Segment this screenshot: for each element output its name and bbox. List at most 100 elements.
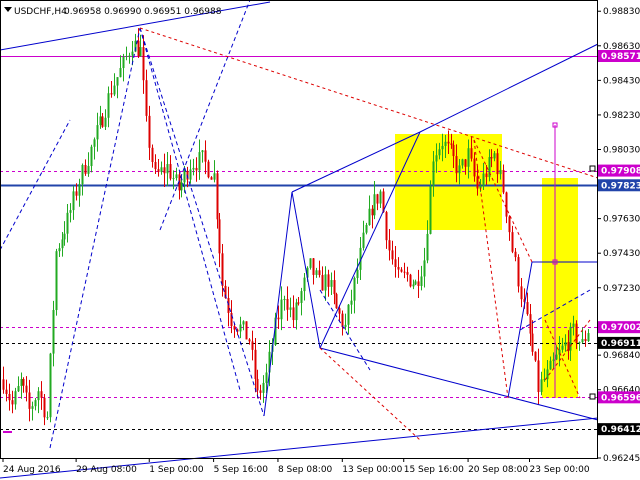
candle-body bbox=[5, 389, 8, 395]
candle-body bbox=[353, 277, 356, 301]
candle-body bbox=[145, 80, 148, 116]
candle-body bbox=[417, 281, 420, 287]
candle-body bbox=[142, 47, 145, 81]
candle-body bbox=[412, 284, 415, 287]
candle-body bbox=[265, 372, 268, 383]
candle-body bbox=[245, 321, 248, 340]
candle-body bbox=[356, 269, 359, 278]
candle-body bbox=[406, 272, 409, 275]
candle-body bbox=[172, 178, 175, 180]
candle-body bbox=[175, 174, 178, 179]
candle-body bbox=[221, 253, 224, 286]
candle-body bbox=[531, 333, 534, 352]
candle-body bbox=[17, 385, 20, 392]
candle-body bbox=[450, 143, 453, 145]
candle-body bbox=[78, 184, 81, 196]
candle-body bbox=[447, 141, 450, 144]
candle-body bbox=[283, 299, 286, 301]
candle-body bbox=[154, 161, 157, 170]
x-tick-label: 15 Sep 16:00 bbox=[404, 465, 464, 475]
candle-body bbox=[482, 173, 485, 186]
candle-body bbox=[110, 93, 113, 95]
candle-body bbox=[216, 173, 219, 220]
candle-body bbox=[388, 240, 391, 251]
candle-body bbox=[84, 164, 87, 174]
candle-body bbox=[564, 342, 567, 346]
candle-body bbox=[394, 259, 397, 267]
candle-body bbox=[160, 167, 163, 173]
candle-body bbox=[300, 291, 303, 303]
candle-body bbox=[157, 169, 160, 173]
candle-body bbox=[107, 93, 110, 118]
candle-body bbox=[37, 391, 40, 401]
candle-body bbox=[476, 176, 479, 189]
candle-body bbox=[397, 266, 400, 270]
candle-body bbox=[169, 164, 172, 179]
candle-body bbox=[312, 258, 315, 275]
level-tag-label: 0.97908 bbox=[601, 167, 640, 177]
candle-body bbox=[303, 277, 306, 292]
candle-body bbox=[505, 192, 508, 217]
candle-body bbox=[333, 280, 336, 295]
symbol-timeframe: USDCHF,H4 bbox=[14, 7, 67, 17]
candle-body bbox=[128, 55, 131, 57]
candle-body bbox=[289, 307, 292, 310]
candle-body bbox=[96, 125, 99, 140]
candle-body bbox=[458, 165, 461, 174]
candle-body bbox=[218, 219, 221, 254]
candle-body bbox=[514, 251, 517, 258]
candle-body bbox=[555, 354, 558, 360]
candle-body bbox=[526, 302, 529, 315]
candle-body bbox=[529, 314, 532, 334]
candle-body bbox=[43, 397, 46, 418]
candle-body bbox=[330, 280, 333, 287]
y-tick-label: 0.97630 bbox=[603, 215, 640, 225]
candle-body bbox=[496, 153, 499, 175]
y-tick-label: 0.96245 bbox=[603, 454, 640, 464]
candle-body bbox=[309, 258, 312, 268]
candle-body bbox=[373, 194, 376, 216]
candle-body bbox=[400, 269, 403, 272]
candle-body bbox=[441, 145, 444, 150]
candle-body bbox=[242, 321, 245, 325]
candle-body bbox=[195, 167, 198, 171]
candle-body bbox=[46, 417, 49, 419]
y-tick-label: 0.97430 bbox=[603, 249, 640, 259]
candle-body bbox=[578, 342, 581, 344]
candle-body bbox=[426, 233, 429, 261]
candle-body bbox=[368, 208, 371, 226]
candle-body bbox=[511, 232, 514, 252]
candle-body bbox=[256, 378, 259, 391]
price-chart[interactable]: 0.988300.986300.984300.982300.980300.976… bbox=[0, 0, 640, 480]
x-tick-label: 13 Sep 00:00 bbox=[342, 465, 402, 475]
candle-body bbox=[365, 225, 368, 233]
candle-body bbox=[344, 324, 347, 327]
candle-body bbox=[455, 156, 458, 174]
candle-body bbox=[362, 232, 365, 248]
candle-body bbox=[485, 173, 488, 178]
level-tag-label: 0.97823 bbox=[601, 181, 640, 191]
candle-body bbox=[341, 313, 344, 327]
candle-body bbox=[280, 299, 283, 320]
candle-body bbox=[473, 158, 476, 177]
y-tick-label: 0.96840 bbox=[603, 351, 640, 361]
candle-body bbox=[549, 360, 552, 370]
candle-body bbox=[347, 304, 350, 325]
candle-body bbox=[213, 173, 216, 180]
candle-body bbox=[125, 55, 128, 57]
candle-body bbox=[81, 164, 84, 185]
candle-body bbox=[502, 169, 505, 193]
candle-body bbox=[122, 56, 125, 69]
candle-body bbox=[34, 400, 37, 407]
candle-body bbox=[131, 51, 134, 56]
candle-body bbox=[163, 167, 166, 174]
candle-body bbox=[315, 270, 318, 275]
candle-body bbox=[327, 274, 330, 287]
candle-body bbox=[569, 326, 572, 351]
candle-body bbox=[75, 191, 78, 196]
line-handle bbox=[589, 393, 596, 400]
candle-body bbox=[470, 148, 473, 159]
candle-body bbox=[119, 68, 122, 78]
candle-body bbox=[324, 274, 327, 291]
candle-body bbox=[101, 116, 104, 127]
